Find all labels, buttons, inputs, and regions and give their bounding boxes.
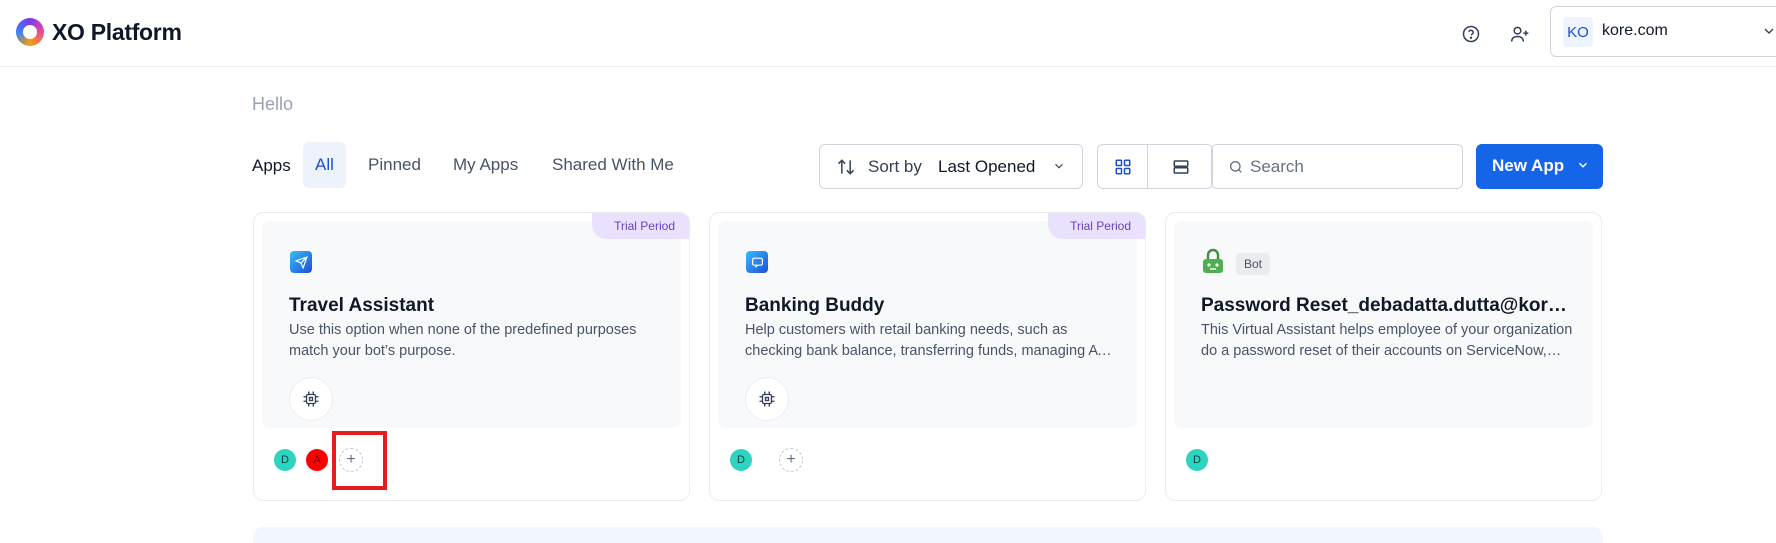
- xo-logo-icon: [16, 18, 44, 46]
- card-title: Travel Assistant: [289, 295, 435, 316]
- top-bar: XO Platform KO kore.com: [0, 0, 1776, 67]
- search-box: [1211, 144, 1463, 189]
- sort-value: Last Opened: [938, 157, 1036, 176]
- grid-view-icon[interactable]: [1098, 145, 1148, 188]
- new-app-label: New App: [1492, 156, 1565, 175]
- avatar[interactable]: D: [1186, 449, 1208, 471]
- app-card-travel-assistant[interactable]: Travel Assistant Use this option when no…: [253, 212, 690, 501]
- app-card-banking-buddy[interactable]: Banking Buddy Help customers with retail…: [709, 212, 1146, 501]
- view-toggle: [1097, 144, 1213, 189]
- account-name: kore.com: [1602, 22, 1668, 39]
- next-section-strip: [253, 527, 1603, 543]
- card-title: Password Reset_debadatta.dutta@kore.com: [1201, 295, 1576, 316]
- chip-icon[interactable]: [745, 377, 789, 421]
- highlight-box: [332, 431, 387, 490]
- avatar[interactable]: D: [274, 449, 296, 471]
- add-user-icon[interactable]: [1506, 20, 1534, 48]
- card-description: Help customers with retail banking needs…: [745, 322, 1118, 359]
- search-input[interactable]: [1250, 153, 1450, 181]
- chevron-down-icon: [1052, 159, 1066, 178]
- trial-period-badge: Trial Period: [1048, 213, 1145, 239]
- help-icon[interactable]: [1457, 20, 1485, 48]
- avatar[interactable]: D: [730, 449, 752, 471]
- avatar[interactable]: A: [306, 449, 328, 471]
- apps-label: Apps: [252, 156, 291, 175]
- robot-icon: [1200, 247, 1226, 275]
- brand-name: XO Platform: [52, 19, 182, 45]
- chip-icon[interactable]: [289, 377, 333, 421]
- account-selector[interactable]: KO kore.com: [1550, 6, 1776, 57]
- tab-all[interactable]: All: [303, 142, 346, 188]
- sort-dropdown[interactable]: Sort by Last Opened: [819, 144, 1083, 189]
- chevron-down-icon: [1576, 157, 1590, 177]
- card-body: Travel Assistant Use this option when no…: [262, 221, 681, 428]
- card-body: Banking Buddy Help customers with retail…: [718, 221, 1137, 428]
- chat-icon: [746, 251, 768, 273]
- list-view-icon[interactable]: [1148, 145, 1212, 188]
- send-icon: [290, 251, 312, 273]
- app-card-password-reset[interactable]: Bot Password Reset_debadatta.dutta@kore.…: [1165, 212, 1602, 501]
- new-app-button[interactable]: New App: [1476, 144, 1603, 189]
- tab-my-apps[interactable]: My Apps: [441, 142, 530, 188]
- card-description: Use this option when none of the predefi…: [289, 322, 637, 359]
- trial-period-badge: Trial Period: [592, 213, 689, 239]
- card-title: Banking Buddy: [745, 295, 885, 316]
- add-member-button[interactable]: +: [779, 448, 803, 472]
- tab-pinned[interactable]: Pinned: [356, 142, 433, 188]
- card-description: This Virtual Assistant helps employee of…: [1201, 322, 1573, 359]
- account-initials: KO: [1563, 17, 1593, 47]
- tab-shared-with-me[interactable]: Shared With Me: [540, 142, 686, 188]
- chevron-down-icon: [1761, 23, 1776, 44]
- card-body: Bot Password Reset_debadatta.dutta@kore.…: [1174, 221, 1593, 428]
- greeting-text: Hello: [252, 94, 294, 114]
- type-badge: Bot: [1236, 253, 1271, 275]
- sort-label: Sort by: [868, 157, 922, 176]
- sort-icon: [836, 157, 856, 182]
- search-icon: [1228, 159, 1244, 180]
